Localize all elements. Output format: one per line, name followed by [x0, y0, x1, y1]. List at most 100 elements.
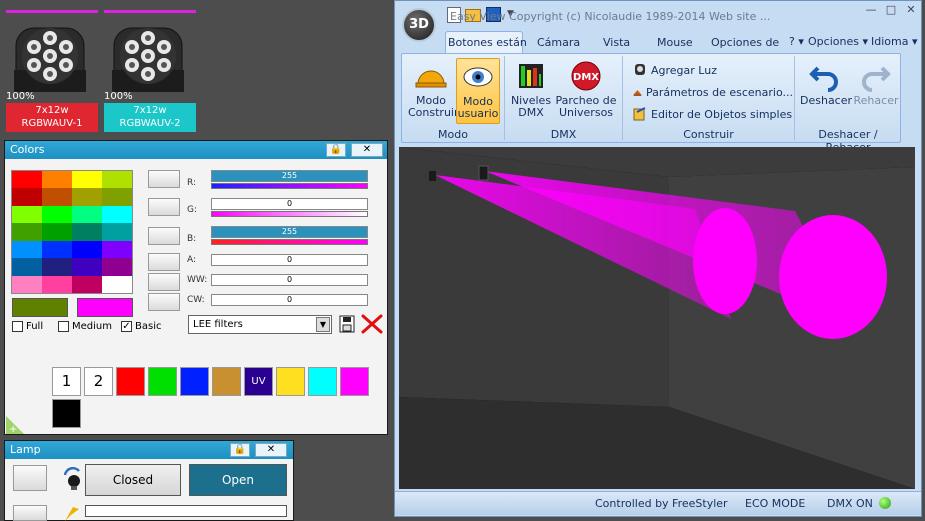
lamp-side-button[interactable]: [13, 465, 47, 491]
channel-ww-value[interactable]: 0: [211, 274, 368, 286]
color-preset-button[interactable]: [308, 367, 337, 396]
modo-usuario-button[interactable]: Modo usuario: [456, 58, 500, 124]
idioma-menu[interactable]: Idioma ▾: [871, 35, 918, 48]
color-swatch[interactable]: [42, 258, 72, 276]
color-swatch[interactable]: [12, 275, 42, 293]
color-swatch[interactable]: [12, 171, 42, 189]
color-preset-button[interactable]: [340, 367, 369, 396]
niveles-dmx-button[interactable]: Niveles DMX: [510, 60, 552, 119]
color-swatch[interactable]: [42, 205, 72, 224]
color-swatch[interactable]: [102, 275, 132, 293]
color-swatch[interactable]: [42, 171, 72, 189]
channel-b-button[interactable]: [148, 227, 180, 245]
color-swatch[interactable]: [72, 223, 102, 241]
color-swatch[interactable]: [12, 188, 42, 206]
tab-opciones-de[interactable]: Opciones de i: [711, 36, 783, 49]
color-swatch[interactable]: [102, 240, 132, 259]
channel-r-slider[interactable]: [211, 183, 368, 189]
color-preset-button[interactable]: [276, 367, 305, 396]
mode-full-checkbox[interactable]: Full: [12, 321, 43, 332]
channel-g-slider[interactable]: [211, 211, 368, 217]
color-swatch[interactable]: [12, 258, 42, 276]
color-swatch[interactable]: [102, 188, 132, 206]
app-orb-3d[interactable]: 3D: [402, 8, 436, 42]
rehacer-button[interactable]: Rehacer: [852, 60, 900, 107]
resize-grip-icon[interactable]: +: [6, 416, 24, 434]
mode-basic-checkbox[interactable]: ✓ Basic: [121, 321, 161, 332]
lock-icon[interactable]: 🔒: [326, 143, 346, 157]
tab-botones[interactable]: Botones están: [448, 36, 527, 49]
color-swatch[interactable]: [102, 258, 132, 276]
color-preset-button[interactable]: [148, 367, 177, 396]
modo-construir-button[interactable]: Modo Construir: [408, 60, 459, 119]
opciones-menu[interactable]: Opciones ▾: [808, 35, 868, 48]
channel-cw-value[interactable]: 0: [211, 294, 368, 306]
lamp-closed-button[interactable]: Closed: [85, 464, 181, 496]
chevron-down-icon[interactable]: ▼: [316, 317, 330, 332]
editor-objetos-item[interactable]: Editor de Objetos simples: [633, 107, 792, 121]
close-window-button[interactable]: ✕: [903, 3, 919, 17]
lamp-panel-titlebar[interactable]: Lamp 🔒 ✕: [5, 441, 293, 459]
color-swatch[interactable]: [72, 275, 102, 293]
fixture-model-2[interactable]: [478, 165, 489, 181]
mode-medium-checkbox[interactable]: Medium: [58, 321, 112, 332]
color-swatch[interactable]: [12, 205, 42, 224]
tab-mouse[interactable]: Mouse: [657, 36, 693, 49]
tab-vista[interactable]: Vista: [603, 36, 630, 49]
color-swatch[interactable]: [72, 258, 102, 276]
fixture-label[interactable]: 7x12w RGBWAUV-2: [104, 103, 196, 132]
lock-icon[interactable]: 🔒: [230, 443, 250, 457]
color-preset-button[interactable]: [212, 367, 241, 396]
channel-a-value[interactable]: 0: [211, 254, 368, 266]
fixture-2[interactable]: 100% 7x12w RGBWAUV-2: [104, 8, 196, 132]
color-preset-button[interactable]: UV: [244, 367, 273, 396]
color-swatch[interactable]: [102, 223, 132, 241]
color-swatch[interactable]: [102, 205, 132, 224]
colors-panel-titlebar[interactable]: Colors 🔒 ✕: [5, 141, 387, 159]
color-swatch[interactable]: [42, 188, 72, 206]
color-swatch[interactable]: [72, 205, 102, 224]
color-swatch[interactable]: [12, 223, 42, 241]
agregar-luz-item[interactable]: Agregar Luz: [633, 63, 717, 77]
color-swatch[interactable]: [12, 240, 42, 259]
channel-r-value[interactable]: 255: [211, 170, 368, 182]
color-preset-button[interactable]: [52, 399, 81, 428]
delete-icon[interactable]: [361, 314, 383, 334]
fixture-1[interactable]: 100% 7x12w RGBWAUV-1: [6, 8, 98, 132]
3d-viewport[interactable]: [399, 147, 915, 489]
maximize-button[interactable]: □: [883, 3, 899, 17]
color-swatch[interactable]: [42, 223, 72, 241]
parcheo-universos-button[interactable]: DMX Parcheo de Universos: [554, 60, 618, 119]
tab-camara[interactable]: Cámara: [537, 36, 580, 49]
lamp-open-button[interactable]: Open: [189, 464, 287, 496]
channel-b-slider[interactable]: [211, 239, 368, 245]
save-icon[interactable]: [339, 315, 355, 333]
channel-ww-button[interactable]: [148, 273, 180, 291]
color-swatch[interactable]: [42, 275, 72, 293]
channel-r-button[interactable]: [148, 170, 180, 188]
color-swatch[interactable]: [72, 171, 102, 189]
filter-select[interactable]: LEE filters ▼: [188, 315, 332, 334]
color-swatch[interactable]: [102, 171, 132, 189]
channel-g-button[interactable]: [148, 198, 180, 216]
fixture-model-1[interactable]: [429, 171, 436, 181]
channel-g-value[interactable]: 0: [211, 198, 368, 210]
minimize-button[interactable]: —: [863, 3, 879, 17]
parametros-escenario-item[interactable]: Parámetros de escenario...: [633, 85, 793, 99]
close-button[interactable]: ✕: [351, 143, 383, 157]
color-preset-button[interactable]: 2: [84, 367, 113, 396]
color-swatch[interactable]: [42, 240, 72, 259]
color-swatch[interactable]: [72, 188, 102, 206]
color-swatch[interactable]: [72, 240, 102, 259]
channel-a-button[interactable]: [148, 253, 180, 271]
color-preset-button[interactable]: [180, 367, 209, 396]
color-preset-button[interactable]: [116, 367, 145, 396]
deshacer-button[interactable]: Deshacer: [800, 60, 852, 107]
fixture-label[interactable]: 7x12w RGBWAUV-1: [6, 103, 98, 132]
channel-cw-button[interactable]: [148, 293, 180, 311]
channel-b-value[interactable]: 255: [211, 226, 368, 238]
color-preset-button[interactable]: 1: [52, 367, 81, 396]
help-menu[interactable]: ? ▾: [789, 35, 804, 48]
color-swatch-grid[interactable]: [11, 170, 133, 294]
close-button[interactable]: ✕: [255, 443, 287, 457]
